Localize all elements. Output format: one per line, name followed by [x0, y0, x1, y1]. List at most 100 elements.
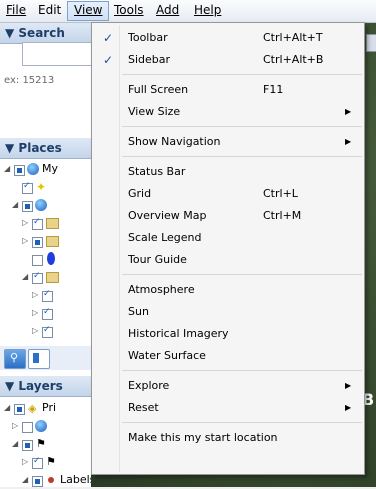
checkmark-icon: ✓ [103, 31, 114, 45]
sidebar-tab-button[interactable] [28, 349, 50, 369]
expand-icon[interactable]: ▷ [12, 421, 18, 430]
checkbox[interactable] [32, 217, 43, 230]
menu-item-sidebar[interactable]: ✓ Sidebar Ctrl+Alt+B [94, 49, 362, 71]
menu-item-label: Toolbar [128, 31, 168, 44]
menu-item-status-bar[interactable]: Status Bar [94, 161, 362, 183]
menu-item-label: Water Surface [128, 349, 206, 362]
search-panel-header[interactable]: ▼ Search [0, 23, 91, 44]
menu-item-toolbar[interactable]: ✓ Toolbar Ctrl+Alt+T [94, 27, 362, 49]
menu-item-label: Atmosphere [128, 283, 195, 296]
menu-item-tour-guide[interactable]: Tour Guide [94, 249, 362, 271]
search-input[interactable] [22, 42, 93, 66]
view-menu-dropdown: ✓ Toolbar Ctrl+Alt+T ✓ Sidebar Ctrl+Alt+B Full… [91, 22, 365, 475]
expand-icon[interactable]: ▷ [32, 308, 38, 317]
menu-item-label: Reset [128, 401, 159, 414]
checkbox[interactable] [22, 422, 33, 433]
checkbox[interactable] [42, 307, 53, 320]
checkmark-icon: ✓ [103, 53, 114, 67]
submenu-arrow-icon: ▶ [345, 403, 352, 412]
globe-icon [35, 420, 47, 432]
menu-item-scale-legend[interactable]: Scale Legend [94, 227, 362, 249]
search-tab-button[interactable]: ⚲ [4, 349, 26, 369]
menu-file[interactable]: File [0, 2, 32, 19]
submenu-arrow-icon: ▶ [345, 137, 352, 146]
collapse-icon[interactable]: ◢ [12, 200, 18, 209]
checkbox[interactable] [22, 201, 33, 212]
menu-item-view-size[interactable]: View Size ▶ [94, 101, 362, 123]
expand-icon[interactable]: ▷ [32, 326, 38, 335]
menu-item-explore[interactable]: Explore ▶ [94, 375, 362, 397]
menu-tools[interactable]: Tools [108, 2, 150, 19]
menu-item-shortcut: F11 [263, 83, 284, 96]
checkbox[interactable] [32, 255, 43, 266]
search-hint: ex: 15213 [4, 75, 55, 86]
menu-item-historical-imagery[interactable]: Historical Imagery [94, 323, 362, 345]
menu-item-sun[interactable]: Sun [94, 301, 362, 323]
menu-item-reset[interactable]: Reset ▶ [94, 397, 362, 419]
checkbox[interactable] [14, 165, 25, 176]
collapse-icon[interactable]: ◢ [22, 475, 28, 484]
collapse-icon[interactable]: ◢ [12, 439, 18, 448]
menu-item-label: Status Bar [128, 165, 186, 178]
collapse-icon[interactable]: ◢ [4, 164, 10, 173]
checkbox[interactable] [32, 476, 43, 487]
menu-bar: File Edit View Tools Add Help [0, 0, 376, 23]
expand-icon[interactable]: ▷ [22, 218, 28, 227]
menu-item-label: Sun [128, 305, 149, 318]
flag-icon: ⚑ [36, 437, 46, 450]
checkbox[interactable] [42, 289, 53, 302]
menu-item-shortcut: Ctrl+M [263, 209, 302, 222]
menu-item-label: Sidebar [128, 53, 171, 66]
map-toolbar-icon[interactable] [366, 34, 376, 52]
menu-separator [122, 156, 362, 157]
pushpin-icon: ✦ [36, 180, 47, 194]
layers-panel-header[interactable]: ▼ Layers [0, 376, 91, 397]
expand-icon[interactable]: ▷ [22, 457, 28, 466]
menu-item-label: Grid [128, 187, 152, 200]
panel-tab-bar: ⚲ [0, 346, 91, 370]
menu-item-make-this-my-start-location[interactable]: Make this my start location [94, 427, 362, 449]
menu-item-label: View Size [128, 105, 181, 118]
menu-view[interactable]: View [67, 1, 110, 21]
menu-item-water-surface[interactable]: Water Surface [94, 345, 362, 367]
collapse-icon[interactable]: ◢ [4, 403, 10, 412]
menu-item-shortcut: Ctrl+L [263, 187, 298, 200]
menu-item-full-screen[interactable]: Full Screen F11 [94, 79, 362, 101]
layers-icon: ◈ [28, 402, 37, 415]
menu-item-label: Full Screen [128, 83, 189, 96]
menu-item-atmosphere[interactable]: Atmosphere [94, 279, 362, 301]
globe-icon [27, 163, 39, 175]
folder-icon [46, 218, 59, 229]
checkbox[interactable] [32, 237, 43, 248]
panel-icon [33, 353, 39, 363]
menu-item-label: Historical Imagery [128, 327, 229, 340]
folder-icon [46, 236, 59, 247]
checkbox[interactable] [32, 271, 43, 284]
menu-add[interactable]: Add [150, 2, 185, 19]
places-panel-header[interactable]: ▼ Places [0, 138, 91, 159]
menu-item-label: Tour Guide [128, 253, 187, 266]
flag-icon: ⚑ [46, 455, 56, 468]
checkbox[interactable] [14, 404, 25, 415]
menu-item-show-navigation[interactable]: Show Navigation ▶ [94, 131, 362, 153]
submenu-arrow-icon: ▶ [345, 107, 352, 116]
checkbox[interactable] [22, 181, 33, 194]
expand-icon[interactable]: ▷ [22, 236, 28, 245]
menu-item-grid[interactable]: Grid Ctrl+L [94, 183, 362, 205]
sidebar: ▼ Search ex: 15213 ▼ Places ◢ My ✦ ◢ ▷ ▷ [0, 23, 95, 487]
tree-label: Pri [42, 401, 57, 414]
menu-edit[interactable]: Edit [32, 2, 67, 19]
menu-item-overview-map[interactable]: Overview Map Ctrl+M [94, 205, 362, 227]
menu-separator [122, 370, 362, 371]
expand-icon[interactable]: ▷ [32, 290, 38, 299]
menu-help[interactable]: Help [188, 2, 227, 19]
menu-item-shortcut: Ctrl+Alt+T [263, 31, 323, 44]
checkbox[interactable] [42, 325, 53, 338]
menu-separator [122, 74, 362, 75]
collapse-icon[interactable]: ◢ [22, 272, 28, 281]
menu-separator [122, 126, 362, 127]
checkbox[interactable] [22, 440, 33, 451]
tree-label: My [42, 162, 59, 175]
checkbox[interactable] [32, 456, 43, 469]
menu-item-shortcut: Ctrl+Alt+B [263, 53, 324, 66]
